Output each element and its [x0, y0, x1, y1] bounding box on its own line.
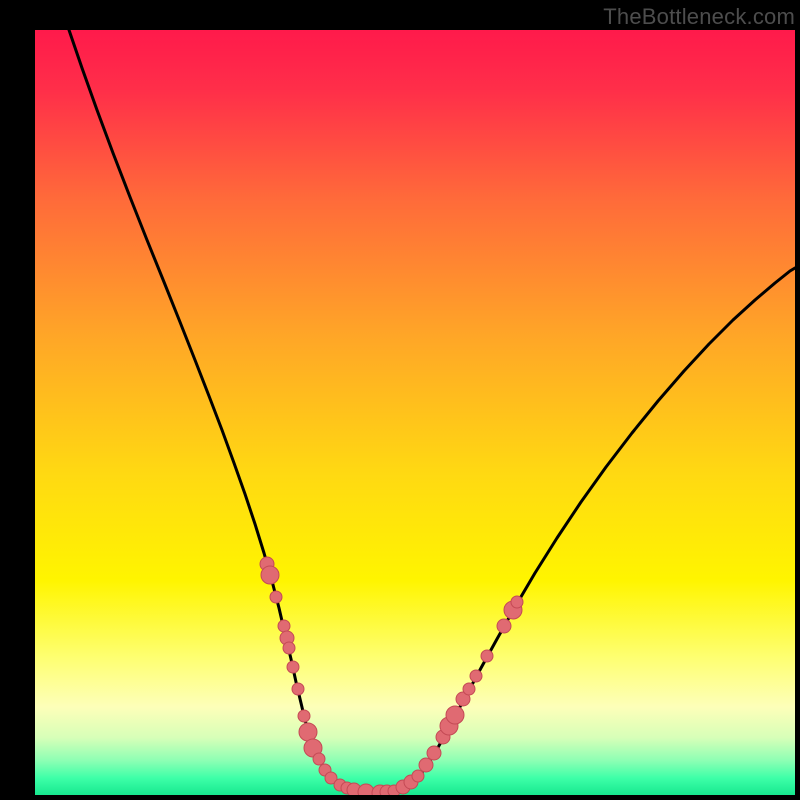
marker-point — [419, 758, 433, 772]
frame-bottom — [0, 795, 800, 800]
marker-point — [283, 642, 295, 654]
marker-point — [278, 620, 290, 632]
marker-point — [287, 661, 299, 673]
marker-point — [463, 683, 475, 695]
series-right-curve — [375, 268, 795, 794]
plot-area — [35, 30, 795, 795]
series-left-curve — [69, 30, 375, 794]
marker-point — [261, 566, 279, 584]
marker-point — [446, 706, 464, 724]
marker-point — [299, 723, 317, 741]
marker-point — [270, 591, 282, 603]
frame-left — [0, 0, 35, 800]
marker-point — [298, 710, 310, 722]
marker-point — [470, 670, 482, 682]
watermark-text: TheBottleneck.com — [603, 4, 795, 30]
frame-right — [795, 0, 800, 800]
marker-point — [497, 619, 511, 633]
marker-point — [292, 683, 304, 695]
marker-point — [481, 650, 493, 662]
curve-layer — [35, 30, 795, 795]
marker-point — [313, 753, 325, 765]
marker-point — [412, 770, 424, 782]
marker-point — [511, 596, 523, 608]
chart-stage: TheBottleneck.com — [0, 0, 800, 800]
marker-point — [427, 746, 441, 760]
